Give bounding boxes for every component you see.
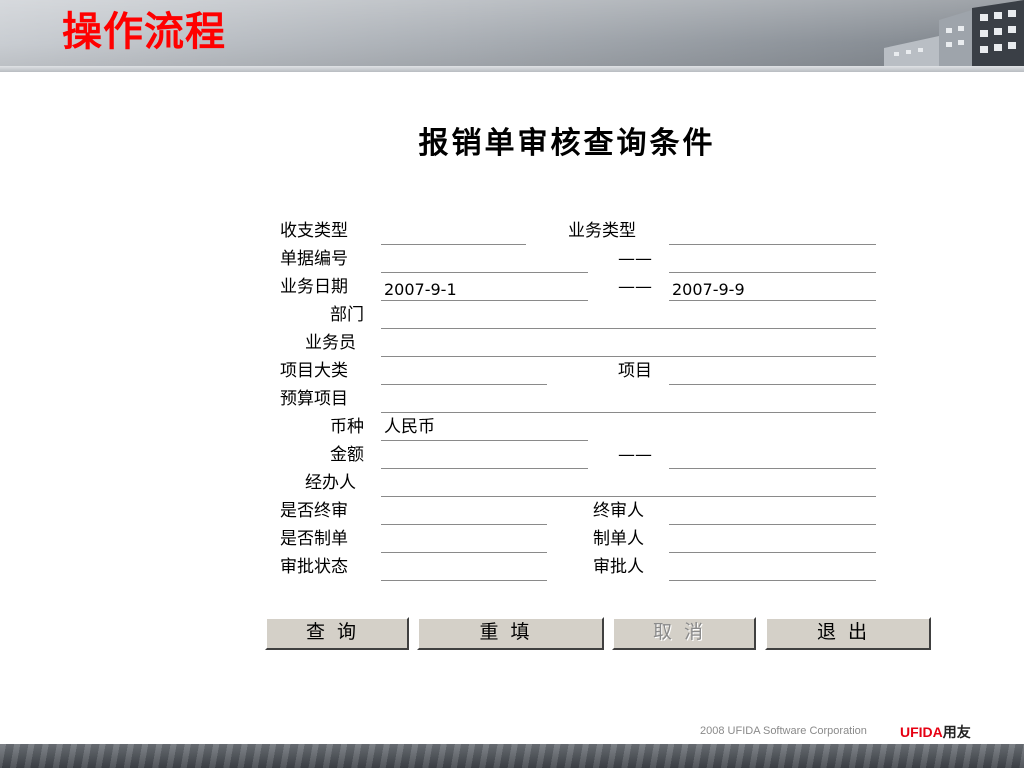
label-approver: 审批人 (593, 557, 644, 577)
approval-status-field[interactable] (381, 555, 547, 581)
label-business-type: 业务类型 (568, 221, 636, 241)
slide-title: 操作流程 (62, 9, 226, 55)
label-project: 项目 (618, 361, 652, 381)
label-department: 部门 (330, 305, 364, 325)
label-is-doc-made: 是否制单 (280, 529, 348, 549)
label-business-date: 业务日期 (280, 277, 348, 297)
header-separator (0, 66, 1024, 72)
handler-field[interactable] (381, 471, 876, 497)
is-final-review-field[interactable] (381, 499, 547, 525)
final-reviewer-field[interactable] (669, 499, 876, 525)
exit-button[interactable]: 退出 (765, 617, 931, 650)
business-type-field[interactable] (669, 219, 876, 245)
label-handler: 经办人 (305, 473, 356, 493)
label-budget-item: 预算项目 (280, 389, 348, 409)
label-income-type: 收支类型 (280, 221, 348, 241)
form-title: 报销单审核查询条件 (418, 126, 716, 161)
amount-to-field[interactable] (669, 443, 876, 469)
business-date-from-field[interactable]: 2007-9-1 (381, 275, 588, 301)
amount-range-dash: —— (618, 445, 652, 465)
buildings-image (884, 0, 1024, 72)
bottom-strip (0, 744, 1024, 768)
cancel-button[interactable]: 取消 (612, 617, 756, 650)
project-category-field[interactable] (381, 359, 547, 385)
currency-field[interactable]: 人民币 (381, 415, 588, 441)
department-field[interactable] (381, 303, 876, 329)
ufida-logo: UFIDA用友 (900, 722, 971, 742)
label-amount: 金额 (330, 445, 364, 465)
logo-en: UFIDA (900, 724, 943, 740)
label-doc-maker: 制单人 (593, 529, 644, 549)
doc-number-range-dash: —— (618, 249, 652, 269)
amount-from-field[interactable] (381, 443, 588, 469)
doc-number-to-field[interactable] (669, 247, 876, 273)
query-button[interactable]: 查询 (265, 617, 409, 650)
logo-cn: 用友 (942, 724, 971, 740)
budget-item-field[interactable] (381, 387, 876, 413)
project-field[interactable] (669, 359, 876, 385)
salesperson-field[interactable] (381, 331, 876, 357)
doc-number-from-field[interactable] (381, 247, 588, 273)
business-date-to-field[interactable]: 2007-9-9 (669, 275, 876, 301)
approver-field[interactable] (669, 555, 876, 581)
income-type-field[interactable] (381, 219, 526, 245)
label-doc-number: 单据编号 (280, 249, 348, 269)
label-is-final-review: 是否终审 (280, 501, 348, 521)
label-salesperson: 业务员 (305, 333, 356, 353)
reset-button[interactable]: 重填 (417, 617, 604, 650)
label-currency: 币种 (330, 417, 364, 437)
label-project-category: 项目大类 (280, 361, 348, 381)
footer-copyright: 2008 UFIDA Software Corporation (700, 725, 867, 737)
business-date-range-dash: —— (618, 277, 652, 297)
is-doc-made-field[interactable] (381, 527, 547, 553)
doc-maker-field[interactable] (669, 527, 876, 553)
label-approval-status: 审批状态 (280, 557, 348, 577)
label-final-reviewer: 终审人 (593, 501, 644, 521)
